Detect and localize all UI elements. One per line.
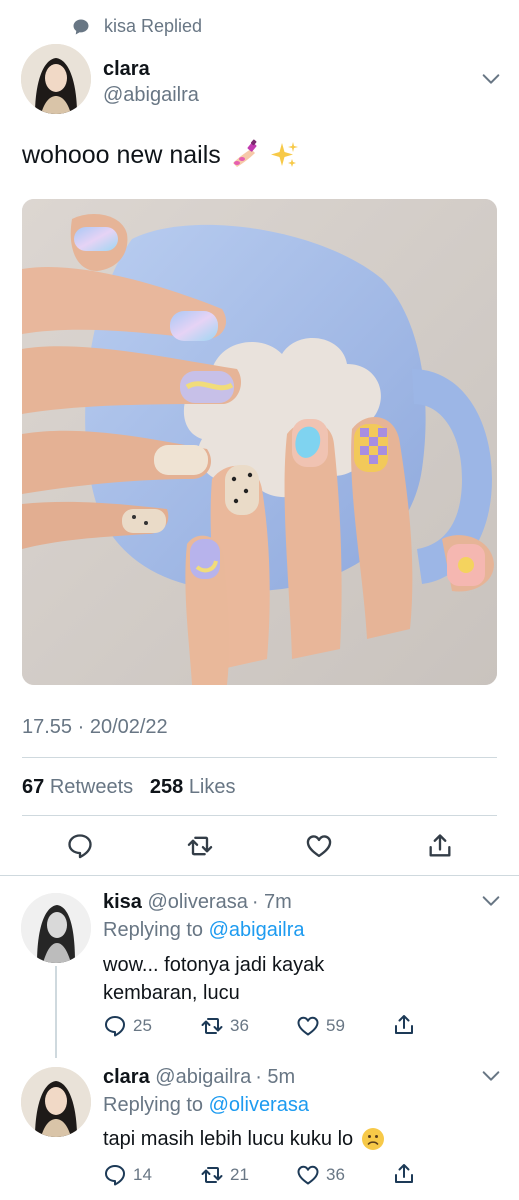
retweet-icon [201,1018,223,1034]
tweet-timestamp[interactable]: 17.55 · 20/02/22 [22,716,168,739]
reply-action-reply[interactable]: 25 [103,1014,152,1038]
nail-polish-emoji-icon [229,139,261,171]
divider [22,757,497,758]
replying-to-label: Replying to [103,1094,204,1116]
reply-icon[interactable] [66,832,94,860]
share-icon[interactable] [392,1162,416,1186]
reply-action-like[interactable]: 36 [296,1163,345,1187]
replying-to-link[interactable]: @abigailra [209,919,305,942]
reply-action-retweet[interactable]: 36 [200,1014,249,1038]
thread-line [55,966,57,1058]
reply-action-retweet[interactable]: 21 [200,1163,249,1187]
reply-icon [105,1165,125,1186]
retweets-stat[interactable]: 67 Retweets [22,776,139,798]
reply-text-line: wow... fotonya jadi kayak [103,954,325,976]
like-icon [297,1016,319,1036]
likes-stat[interactable]: 258 Likes [150,776,236,798]
chevron-down-icon[interactable] [480,890,502,912]
tweet-text-content: wohooo new nails [22,140,221,169]
reply-action-like[interactable]: 59 [296,1014,345,1038]
reply-count: 25 [133,1016,152,1035]
divider [22,815,497,816]
author-name[interactable]: clara [103,58,150,81]
retweet-count: 21 [230,1165,249,1184]
avatar-photo [21,1067,91,1137]
retweets-label: Retweets [49,776,134,798]
share-icon[interactable] [426,832,454,860]
nails-photo [22,199,497,685]
chevron-down-icon[interactable] [480,68,502,90]
replying-to: Replying to @oliverasa [103,1094,309,1117]
reply-time[interactable]: · 5m [255,1066,295,1089]
chevron-down-icon[interactable] [480,1065,502,1087]
reply-icon [105,1016,125,1037]
reply-context[interactable]: kisa Replied [72,16,202,37]
avatar-photo [21,44,91,114]
share-icon[interactable] [392,1013,416,1037]
context-text: kisa Replied [104,16,203,36]
likes-count: 258 [149,776,184,798]
like-icon [297,1165,319,1185]
reply-count: 14 [133,1165,152,1184]
reply-text: wow... fotonya jadi kayak kembaran, lucu [103,951,324,1007]
reply-text-line: kembaran, lucu [103,982,240,1004]
retweet-icon [201,1167,223,1183]
reply-author-handle[interactable]: @oliverasa [148,891,248,914]
like-count: 59 [326,1016,345,1035]
like-count: 36 [326,1165,345,1184]
tweet-text: wohooo new nails [22,139,299,171]
reply-action-reply[interactable]: 14 [103,1163,152,1187]
divider [0,875,519,876]
replying-to: Replying to @abigailra [103,919,305,942]
tweet-stats: 67 Retweets 258 Likes [22,776,236,799]
reply-author-name[interactable]: clara [103,1066,150,1089]
avatar[interactable] [21,1067,91,1137]
reply-header: clara @abigailra · 5m [103,1066,295,1089]
replying-to-link[interactable]: @oliverasa [209,1094,309,1117]
retweet-count: 36 [230,1016,249,1035]
reply-author-name[interactable]: kisa [103,891,142,914]
replying-to-label: Replying to [103,919,204,941]
frowning-face-emoji-icon [362,1128,385,1150]
retweets-count: 67 [22,776,45,798]
avatar-photo [21,893,91,963]
avatar[interactable] [21,893,91,963]
reply-text: tapi masih lebih lucu kuku lo [103,1125,385,1153]
retweet-icon[interactable] [186,832,214,860]
reply-time[interactable]: · 7m [252,891,292,914]
avatar[interactable] [21,44,91,114]
reply-header: kisa @oliverasa · 7m [103,891,292,914]
like-icon[interactable] [305,832,333,860]
tweet-photo[interactable] [22,199,497,685]
reply-text-line: tapi masih lebih lucu kuku lo [103,1128,354,1150]
author-handle[interactable]: @abigailra [103,84,199,107]
speech-bubble-icon [73,19,89,34]
sparkles-emoji-icon [269,140,299,170]
likes-label: Likes [188,776,236,798]
reply-author-handle[interactable]: @abigailra [155,1066,251,1089]
